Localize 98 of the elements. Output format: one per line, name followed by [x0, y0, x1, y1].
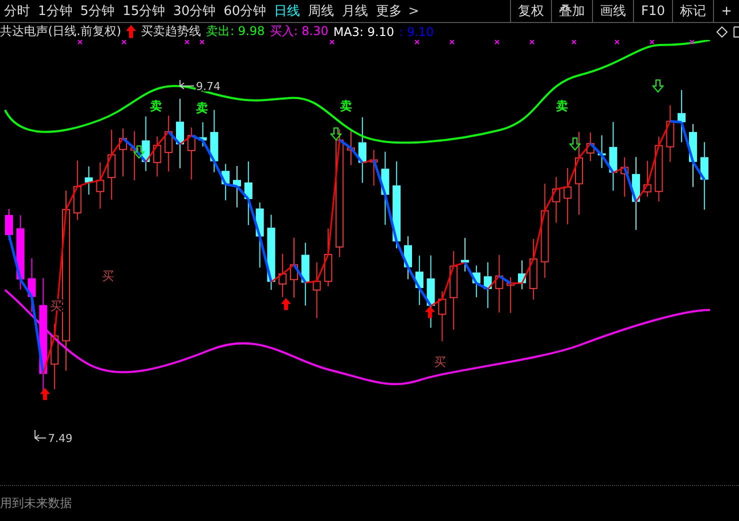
indicator-value: 买入: 8.30: [270, 23, 328, 40]
cross-mark-icon: [414, 40, 420, 44]
candlestick: [301, 242, 310, 306]
period-tab[interactable]: 日线: [270, 2, 304, 20]
low-price-label: 7.49: [48, 432, 72, 445]
cross-mark-icon: [78, 40, 82, 44]
candlestick: [689, 124, 697, 188]
period-tab[interactable]: 30分钟: [169, 2, 220, 20]
indicator-value: 卖出: 9.98: [206, 23, 265, 40]
candlestick: [73, 160, 82, 220]
cross-mark-icon: [184, 40, 190, 44]
cross-mark-icon: [690, 40, 694, 44]
more-arrow[interactable]: >: [406, 4, 424, 18]
high-price-label: 9.74: [196, 80, 220, 93]
down-arrow-icon: [132, 146, 146, 159]
diamond-icon[interactable]: [716, 26, 728, 38]
cross-mark-icon: [614, 40, 620, 44]
future-data-note: 用到未来数据: [0, 495, 72, 512]
leader-line: [180, 80, 194, 90]
candlestick: [506, 276, 515, 314]
candlestick: [666, 104, 674, 162]
candlestick: [438, 290, 446, 342]
candlestick: [472, 265, 480, 298]
up-arrow-icon: [425, 306, 435, 318]
candlestick: [153, 136, 162, 178]
candlestick: [256, 202, 264, 268]
cross-mark-icon: [330, 40, 334, 44]
indicator-value: MA3: 9.10: [333, 24, 394, 38]
period-tab[interactable]: 1分钟: [34, 2, 76, 20]
candlestick: [404, 236, 412, 280]
down-arrow-icon: [568, 138, 582, 151]
candlestick: [484, 262, 492, 309]
leader-line: [34, 430, 46, 442]
candlestick: [564, 167, 572, 225]
candlestick: [84, 166, 93, 196]
candlestick: [586, 132, 594, 162]
cross-mark-icon: [650, 40, 654, 44]
candlestick: [347, 130, 355, 166]
buy-signal-label: 买: [434, 355, 446, 369]
candlestick: [233, 165, 241, 208]
candlestick: [495, 254, 504, 313]
candlestick: [176, 98, 184, 169]
cross-mark-icon: [450, 40, 454, 44]
candlestick: [312, 262, 321, 319]
candlestick: [198, 122, 207, 147]
period-tab[interactable]: 5分钟: [76, 2, 119, 20]
cross-mark-icon: [494, 40, 500, 44]
candlestick: [598, 134, 606, 169]
up-arrow-icon: [126, 25, 136, 38]
period-tab[interactable]: 周线: [304, 2, 338, 20]
candlestick: [130, 130, 138, 181]
sell-signal-label: 卖: [150, 99, 162, 113]
candlestick: [187, 127, 196, 180]
candlestick: [96, 162, 104, 210]
candlestick: [119, 128, 127, 177]
stock-title: 共达电声(日线.前复权): [0, 23, 122, 40]
candlestick: [210, 110, 218, 173]
indicator-value: : 9.10: [399, 24, 434, 38]
sell-signal-label: 卖: [196, 101, 208, 115]
candlestick: [278, 253, 287, 298]
candlestick: [415, 255, 424, 306]
down-arrow-icon: [330, 128, 342, 141]
candlestick: [244, 161, 252, 226]
candlestick: [609, 121, 618, 192]
candlestick: [290, 237, 298, 298]
period-tab[interactable]: 月线: [338, 2, 372, 20]
cross-mark-icon: [122, 40, 126, 44]
period-tab[interactable]: 60分钟: [220, 2, 270, 20]
candlestick: [518, 260, 526, 290]
candlestick: [700, 142, 708, 210]
up-arrow-icon: [281, 298, 291, 310]
sell-signal-label: 卖: [556, 99, 568, 113]
candlestick: [164, 115, 173, 172]
candlestick: [461, 237, 469, 272]
period-tab[interactable]: 15分钟: [118, 2, 170, 20]
sell-signal-label: 卖: [340, 99, 352, 113]
candlestick: [370, 149, 378, 186]
candlestick: [222, 163, 230, 201]
period-tab[interactable]: 更多: [372, 2, 406, 20]
candlestick: [643, 160, 652, 198]
candlestick: [620, 156, 629, 198]
cross-mark-icon: [200, 40, 204, 44]
period-tab[interactable]: 分时: [0, 2, 34, 20]
cross-mark-icon: [572, 40, 576, 44]
buy-signal-label: 买: [102, 269, 114, 283]
candlestick: [142, 116, 150, 172]
candlestick: [108, 129, 116, 200]
up-arrow-icon: [40, 388, 50, 400]
down-arrow-icon: [652, 80, 664, 93]
candlestick: [678, 90, 686, 143]
candlestick: [358, 116, 366, 184]
cross-mark-icon: [530, 40, 534, 44]
indicator-name: 买卖趋势线: [141, 23, 202, 40]
candlestick: [654, 136, 663, 202]
candlestick: [552, 176, 560, 224]
candlestick: [50, 323, 59, 390]
candlestick: [324, 228, 332, 287]
candlestick: [529, 238, 538, 300]
